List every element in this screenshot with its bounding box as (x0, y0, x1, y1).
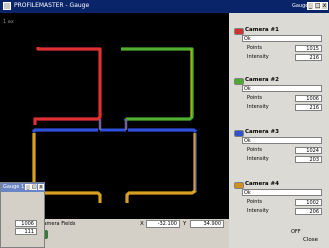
gauge-subwindow: Gauge 1 _ □ x 1006 111 (0, 182, 45, 248)
subwindow-maximize-button[interactable]: □ (31, 184, 37, 190)
plot-corner-label: 1 ax (3, 19, 14, 25)
close-button[interactable]: Close (303, 236, 318, 244)
camera-panel: Camera #1 Ok Points 1015 Intensity 216 C… (229, 13, 329, 248)
x-coord-label: X (140, 221, 144, 227)
camera-web-center (98, 119, 128, 130)
minimize-button[interactable]: _ (307, 2, 314, 10)
camera-1-name: Camera #1 (245, 27, 279, 33)
camera-1-color-swatch (234, 28, 244, 35)
camera-2-points-label: Points (247, 95, 263, 101)
camera-3-color-swatch (234, 130, 244, 137)
camera-1-points-value: 1015 (295, 45, 322, 52)
app-icon (3, 2, 11, 10)
camera-3-points-label: Points (247, 147, 263, 153)
camera-3-points-value: 1024 (295, 147, 322, 154)
camera-1-intensity-label: Intensity (247, 54, 269, 60)
close-window-button[interactable]: x (321, 2, 328, 10)
camera-1-intensity-value: 216 (295, 54, 322, 61)
subwindow-value-2: 111 (15, 228, 37, 235)
camera-4-points-label: Points (247, 199, 263, 205)
camera-4-color-swatch (234, 182, 244, 189)
camera-2-intensity-label: Intensity (247, 104, 269, 110)
camera-2-name: Camera #2 (245, 77, 279, 83)
y-coord-label: Y (183, 221, 187, 227)
camera-4-status: Ok (242, 189, 322, 196)
camera-4-points-value: 1002 (295, 199, 322, 206)
main-window-title: PROFILEMASTER - Gauge (14, 2, 90, 9)
maximize-button[interactable]: □ (314, 2, 321, 10)
camera-1-points-label: Points (247, 45, 263, 51)
camera-4-intensity-label: Intensity (247, 208, 269, 214)
gauge-title-bar: Gauge 1 _ □ x (236, 0, 329, 13)
subwindow-title-bar: Gauge 1 _ □ x (1, 183, 45, 192)
camera-2-points-value: 1006 (295, 95, 322, 102)
camera1-profile (33, 47, 102, 125)
camera-3-intensity-label: Intensity (247, 156, 269, 162)
off-label[interactable]: OFF (291, 229, 301, 236)
camera-3-intensity-value: 203 (295, 156, 322, 163)
main-title-bar: PROFILEMASTER - Gauge (0, 0, 236, 13)
camera-1-status: Ok (242, 35, 322, 42)
camera-fields-label: Camera Fields (40, 221, 76, 227)
y-coord-field: 34.900 (190, 220, 224, 228)
camera-2-color-swatch (234, 78, 244, 85)
camera-4-name: Camera #4 (245, 181, 279, 187)
camera-3-name: Camera #3 (245, 129, 279, 135)
subwindow-value-1: 1006 (15, 220, 37, 227)
camera4-right-profile (125, 133, 197, 203)
camera-4-intensity-value: 206 (295, 208, 322, 215)
camera2-profile (121, 47, 194, 123)
camera-2-intensity-value: 216 (295, 104, 322, 111)
subwindow-title: Gauge 1 (3, 184, 25, 190)
camera-3-status: Ok (242, 137, 322, 144)
x-coord-field: -32.100 (146, 220, 180, 228)
camera-2-status: Ok (242, 85, 322, 92)
subwindow-close-button[interactable]: x (38, 184, 44, 190)
